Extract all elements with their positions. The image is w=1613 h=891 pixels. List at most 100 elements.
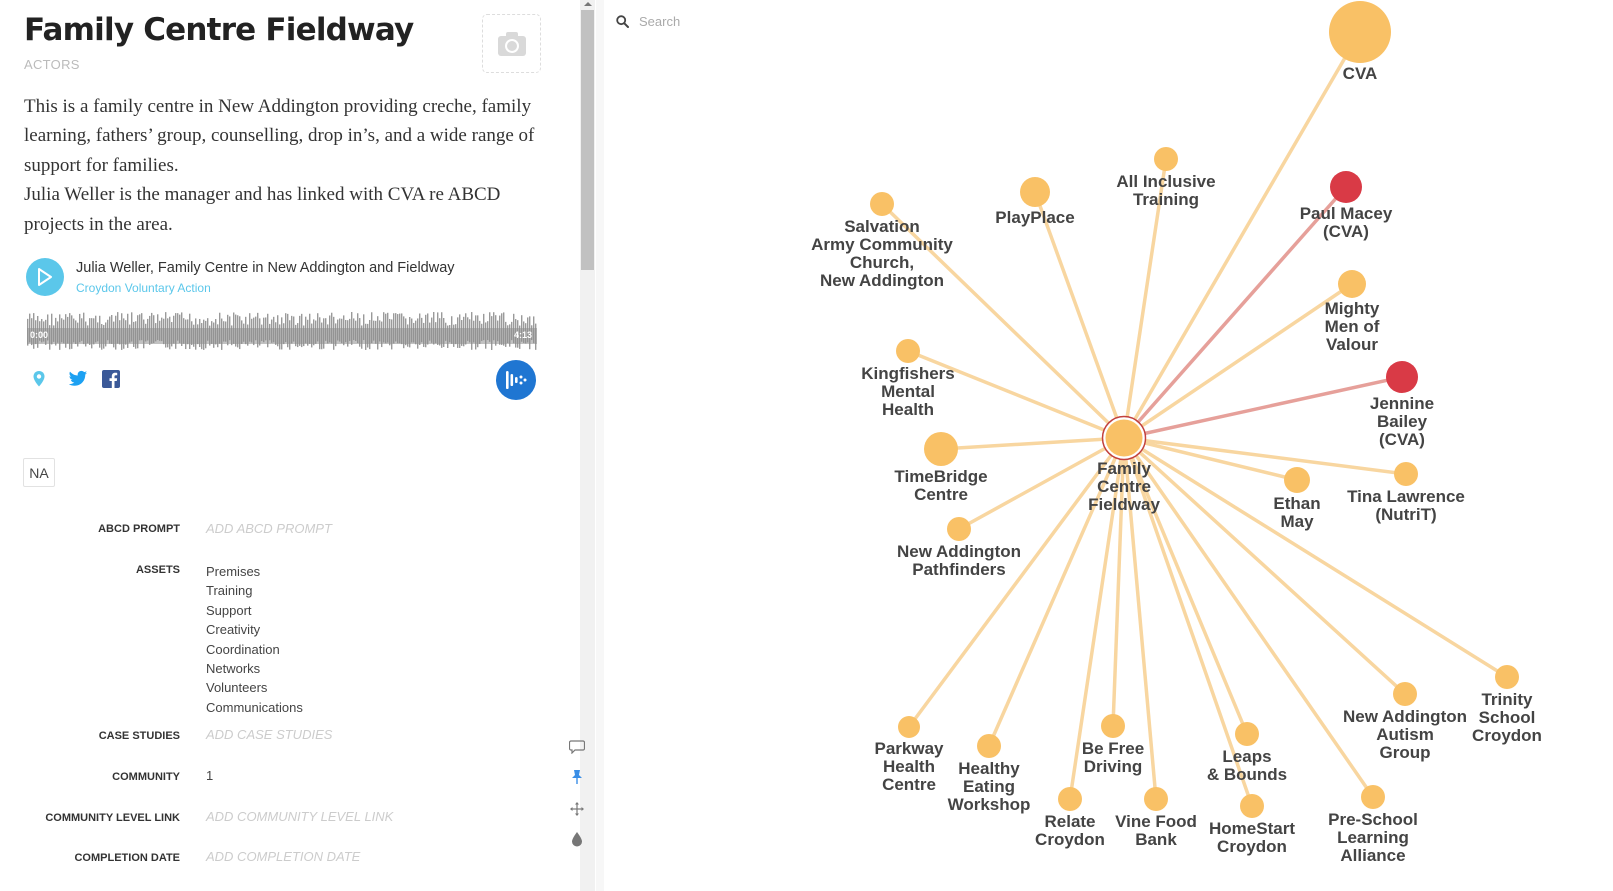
node-label: Parkway [875,739,945,758]
node-pre-school-learning[interactable]: Pre-SchoolLearningAlliance [1328,785,1418,865]
node-circle[interactable] [1386,361,1418,393]
node-circle[interactable] [1338,270,1366,298]
node-label: Bailey [1377,412,1428,431]
node-label: CVA [1343,64,1378,83]
node-circle[interactable] [1020,177,1050,207]
node-label: TimeBridge [894,467,987,486]
node-label: Vine Food [1115,812,1197,831]
node-label: Kingfishers [861,364,955,383]
edge-trinity-school[interactable] [1123,436,1508,679]
node-trinity-school[interactable]: TrinitySchoolCroydon [1472,665,1542,745]
node-label: Autism [1376,725,1434,744]
node-kingfishers[interactable]: KingfishersMentalHealth [861,339,955,419]
node-label: Trinity [1481,690,1533,709]
node-circle[interactable] [1101,714,1125,738]
node-label: Valour [1326,335,1378,354]
node-label: Alliance [1340,846,1405,865]
node-vine-food-bank[interactable]: Vine FoodBank [1115,787,1197,849]
edge-tina-lawrence[interactable] [1123,436,1407,476]
node-circle[interactable] [1105,419,1143,457]
node-mighty-men[interactable]: MightyMen ofValour [1325,270,1380,354]
node-circle[interactable] [977,734,1001,758]
nodes-layer: CVA All InclusiveTraining PlayPlace Salvati… [811,1,1542,865]
node-label: PlayPlace [995,208,1074,227]
node-all-inclusive-training[interactable]: All InclusiveTraining [1116,147,1216,209]
node-circle[interactable] [870,192,894,216]
node-circle[interactable] [898,716,920,738]
node-label: Health [883,757,935,776]
node-circle[interactable] [1235,722,1259,746]
edge-playplace[interactable] [1033,191,1126,439]
node-label: Group [1380,743,1431,762]
node-circle[interactable] [1058,787,1082,811]
node-label: Pathfinders [912,560,1006,579]
edge-new-addington-autism[interactable] [1122,436,1407,696]
node-label: HomeStart [1209,819,1295,838]
node-label: Ethan [1273,494,1320,513]
node-label: (CVA) [1379,430,1425,449]
node-circle[interactable] [1284,467,1310,493]
node-circle[interactable] [1144,787,1168,811]
node-label: Church, [850,253,914,272]
node-homestart-croydon[interactable]: HomeStartCroydon [1209,794,1295,856]
edge-jennine-bailey[interactable] [1123,375,1403,440]
node-label: Croydon [1217,837,1287,856]
node-label: All Inclusive [1116,172,1215,191]
node-label: Bank [1135,830,1177,849]
network-graph[interactable]: CVA All InclusiveTraining PlayPlace Salvati… [0,0,1613,891]
node-label: School [1479,708,1536,727]
node-label: Centre [1097,477,1151,496]
node-label: Leaps [1222,747,1271,766]
node-label: Be Free [1082,739,1144,758]
node-relate-croydon[interactable]: RelateCroydon [1035,787,1105,849]
node-label: & Bounds [1207,765,1287,784]
node-circle[interactable] [1240,794,1264,818]
node-label: Driving [1084,757,1143,776]
node-circle[interactable] [1330,171,1362,203]
node-circle[interactable] [1361,785,1385,809]
node-circle[interactable] [1393,682,1417,706]
node-new-addington-pathfinders[interactable]: New AddingtonPathfinders [897,517,1021,579]
node-label: Centre [914,485,968,504]
node-label: Croydon [1035,830,1105,849]
node-circle[interactable] [924,432,958,466]
node-label: Healthy [958,759,1020,778]
node-label: Paul Macey [1300,204,1393,223]
node-new-addington-autism[interactable]: New AddingtonAutismGroup [1343,682,1467,762]
node-label: Jennine [1370,394,1434,413]
node-playplace[interactable]: PlayPlace [995,177,1075,227]
node-label: Men of [1325,317,1380,336]
node-label: Family [1097,459,1151,478]
node-parkway-health[interactable]: ParkwayHealthCentre [875,716,945,794]
node-circle[interactable] [1394,462,1418,486]
node-label: Learning [1337,828,1409,847]
node-label: Eating [963,777,1015,796]
node-paul-macey[interactable]: Paul Macey(CVA) [1300,171,1393,241]
node-salvation-army[interactable]: SalvationArmy CommunityChurch,New Adding… [811,192,953,290]
edge-timebridge[interactable] [940,436,1125,451]
node-circle[interactable] [1495,665,1519,689]
node-circle[interactable] [896,339,920,363]
node-jennine-bailey[interactable]: JennineBailey(CVA) [1370,361,1434,449]
node-label: (CVA) [1323,222,1369,241]
node-be-free-driving[interactable]: Be FreeDriving [1082,714,1144,776]
node-circle[interactable] [1329,1,1391,63]
node-timebridge[interactable]: TimeBridgeCentre [894,432,988,504]
node-label: Mental [881,382,935,401]
node-label: New Addington [897,542,1021,561]
node-label: Relate [1044,812,1095,831]
node-label: (NutriT) [1375,505,1436,524]
node-leaps-bounds[interactable]: Leaps& Bounds [1207,722,1287,784]
node-label: New Addington [1343,707,1467,726]
node-circle[interactable] [947,517,971,541]
node-circle[interactable] [1154,147,1178,171]
node-label: Army Community [811,235,953,254]
node-label: Fieldway [1088,495,1160,514]
node-label: Salvation [844,217,920,236]
node-label: Centre [882,775,936,794]
node-label: Health [882,400,934,419]
node-healthy-eating[interactable]: HealthyEatingWorkshop [948,734,1031,814]
node-tina-lawrence[interactable]: Tina Lawrence(NutriT) [1347,462,1465,524]
node-label: New Addington [820,271,944,290]
node-label: Workshop [948,795,1031,814]
